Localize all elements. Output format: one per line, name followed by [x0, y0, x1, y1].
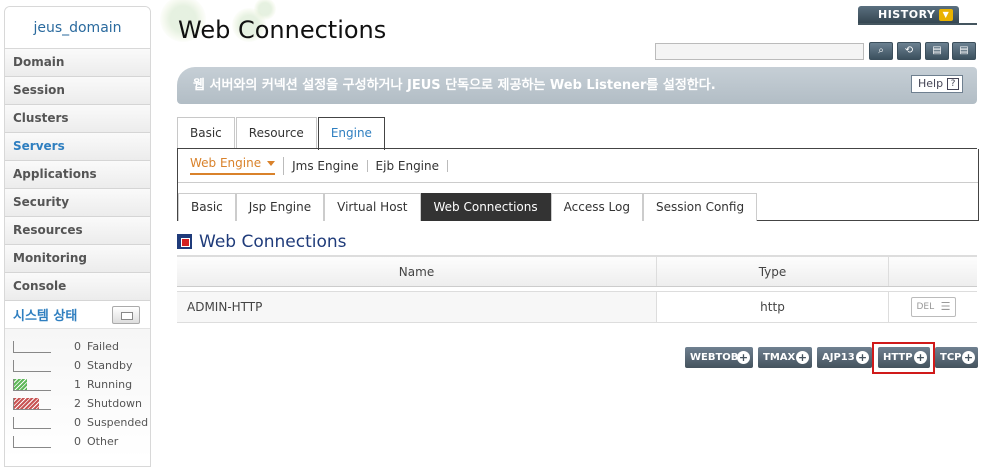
sidebar-item-monitoring[interactable]: Monitoring — [5, 245, 150, 273]
table-row[interactable]: ADMIN-HTTP http DEL — [177, 291, 977, 323]
status-bar — [13, 359, 51, 372]
system-status-title: 시스템 상태 — [13, 309, 78, 324]
history-divider — [858, 23, 977, 25]
status-bar — [13, 340, 51, 353]
search-input[interactable] — [655, 43, 864, 60]
refresh-icon[interactable]: ⟲ — [897, 42, 921, 60]
tab-virtual-host[interactable]: Virtual Host — [324, 193, 421, 221]
status-failed: 0 Failed — [13, 337, 150, 356]
system-status-list: 0 Failed 0 Standby 1 Running 2 Shutdown … — [5, 329, 150, 459]
delete-button[interactable]: DEL — [910, 297, 956, 317]
tab-basic[interactable]: Basic — [177, 117, 235, 149]
sidebar-item-console[interactable]: Console — [5, 273, 150, 301]
row-name[interactable]: ADMIN-HTTP — [177, 292, 657, 322]
section-icon — [177, 234, 192, 249]
row-action: DEL — [889, 292, 977, 322]
help-button[interactable]: Help ? — [911, 75, 963, 93]
status-bar — [13, 435, 51, 448]
engine-tabs-panel: Web Engine Jms Engine Ejb Engine Basic J… — [177, 149, 979, 221]
question-icon: ? — [947, 78, 959, 90]
tab-engine[interactable]: Engine — [317, 117, 385, 150]
plus-icon: + — [962, 351, 975, 364]
caret-down-icon — [267, 160, 276, 166]
table-header: Name Type — [177, 257, 977, 287]
system-status-icon[interactable] — [112, 305, 140, 324]
sidebar: jeus_domain Domain Session Clusters Serv… — [4, 6, 151, 467]
status-bar — [13, 378, 51, 391]
system-status-header: 시스템 상태 — [5, 301, 150, 329]
plus-icon: + — [737, 351, 750, 364]
search-icon[interactable]: ⌕ — [869, 42, 893, 60]
page-description: 웹 서버와의 커넥션 설정을 구성하거나 JEUS 단독으로 제공하는 Web … — [193, 78, 716, 93]
sidebar-item-security[interactable]: Security — [5, 189, 150, 217]
tab-resource[interactable]: Resource — [235, 117, 317, 149]
column-type[interactable]: Type — [657, 257, 889, 286]
engine-tabs: Web Engine Jms Engine Ejb Engine — [178, 149, 978, 183]
main-tabs: Basic Resource Engine — [177, 117, 386, 150]
xml-export-icon[interactable]: ▤ — [925, 42, 949, 60]
tab-jms-engine[interactable]: Jms Engine — [292, 159, 368, 172]
add-webtob-button[interactable]: WEBTOB + — [685, 347, 753, 368]
tab-web-connections[interactable]: Web Connections — [420, 193, 551, 221]
tab-access-log[interactable]: Access Log — [550, 193, 643, 221]
chevron-down-icon: ▼ — [939, 9, 953, 21]
history-button[interactable]: HISTORY ▼ — [858, 6, 959, 24]
tab-session-config[interactable]: Session Config — [642, 193, 758, 221]
add-ajp13-button[interactable]: AJP13 + — [817, 347, 872, 368]
sidebar-item-servers[interactable]: Servers — [5, 133, 150, 161]
sidebar-item-resources[interactable]: Resources — [5, 217, 150, 245]
section-title: Web Connections — [199, 232, 347, 252]
plus-icon: + — [796, 351, 809, 364]
tab-web-engine[interactable]: Web Engine — [190, 156, 285, 175]
status-bar — [13, 397, 51, 410]
status-bar — [13, 416, 51, 429]
tab-jsp-engine[interactable]: Jsp Engine — [235, 193, 325, 221]
sidebar-item-clusters[interactable]: Clusters — [5, 105, 150, 133]
status-shutdown: 2 Shutdown — [13, 394, 150, 413]
domain-title[interactable]: jeus_domain — [5, 7, 150, 49]
status-running: 1 Running — [13, 375, 150, 394]
column-name[interactable]: Name — [177, 257, 657, 286]
row-type: http — [657, 292, 889, 322]
add-tmax-button[interactable]: TMAX + — [758, 347, 812, 368]
column-action — [889, 257, 977, 286]
sidebar-item-applications[interactable]: Applications — [5, 161, 150, 189]
xml-import-icon[interactable]: ▤ — [952, 42, 976, 60]
tab-ejb-engine[interactable]: Ejb Engine — [376, 159, 449, 172]
page-title: Web Connections — [178, 16, 387, 44]
tab-web-basic[interactable]: Basic — [178, 193, 236, 221]
web-engine-tabs: Basic Jsp Engine Virtual Host Web Connec… — [178, 193, 758, 221]
sidebar-item-domain[interactable]: Domain — [5, 49, 150, 77]
status-suspended: 0 Suspended — [13, 413, 150, 432]
plus-icon: + — [856, 351, 869, 364]
status-standby: 0 Standby — [13, 356, 150, 375]
description-bar: 웹 서버와의 커넥션 설정을 구성하거나 JEUS 단독으로 제공하는 Web … — [177, 67, 977, 104]
status-other: 0 Other — [13, 432, 150, 451]
add-tcp-button[interactable]: TCP + — [935, 347, 978, 368]
sidebar-item-session[interactable]: Session — [5, 77, 150, 105]
http-button-highlight — [872, 342, 935, 374]
